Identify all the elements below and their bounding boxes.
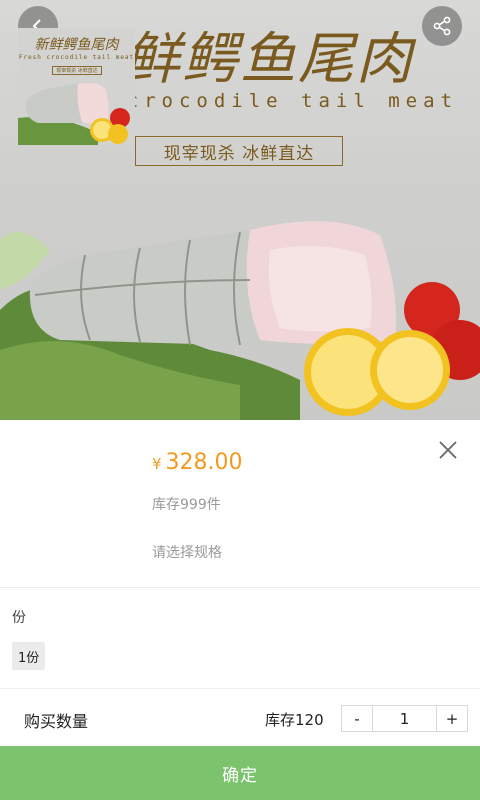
thumbnail-subtitle: Fresh crocodile tail meat — [18, 54, 135, 61]
currency-symbol: ¥ — [152, 455, 162, 473]
product-thumbnail: 新鲜鳄鱼尾肉 Fresh crocodile tail meat 现宰现杀 冰鲜… — [18, 28, 135, 145]
share-button[interactable] — [422, 6, 462, 46]
banner-slogan: 现宰现杀 冰鲜直达 — [135, 136, 343, 166]
product-photo — [0, 221, 480, 420]
spec-option-1[interactable]: 1份 — [12, 642, 46, 670]
choose-spec-hint: 请选择规格 — [152, 545, 222, 561]
price: ¥328.00 — [152, 450, 243, 475]
thumbnail-slogan: 现宰现杀 冰鲜直达 — [52, 66, 102, 75]
quantity-input[interactable]: 1 — [373, 706, 436, 731]
stock-count: 库存999件 — [152, 497, 221, 513]
confirm-button[interactable]: 确定 — [0, 746, 480, 800]
quantity-stepper: - 1 + — [341, 705, 468, 732]
share-icon — [433, 16, 451, 36]
product-summary — [0, 420, 480, 588]
close-icon — [439, 441, 457, 459]
divider — [0, 688, 480, 689]
thumbnail-title: 新鲜鳄鱼尾肉 — [34, 37, 119, 53]
quantity-stock: 库存120 — [265, 711, 324, 729]
spec-label: 份 — [12, 610, 26, 626]
price-value: 328.00 — [165, 450, 243, 475]
close-button[interactable] — [436, 438, 460, 462]
increase-button[interactable]: + — [436, 706, 467, 731]
decrease-button[interactable]: - — [342, 706, 373, 731]
thumbnail-photo — [18, 82, 130, 145]
quantity-label: 购买数量 — [24, 712, 89, 731]
